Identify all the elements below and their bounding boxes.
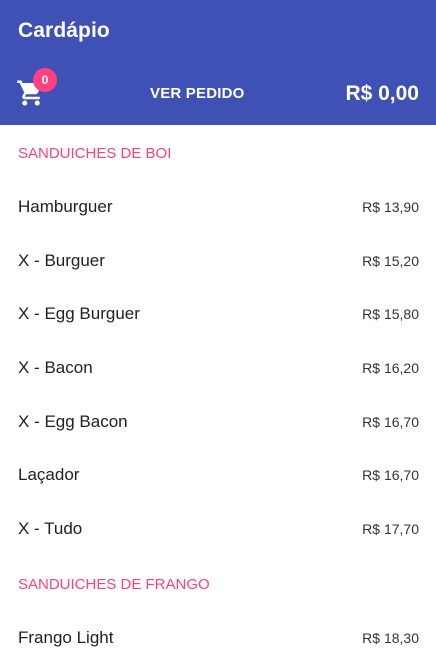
item-price: R$ 13,90 [362,198,419,215]
menu-item[interactable]: Laçador R$ 16,70 [0,448,436,502]
menu-item[interactable]: X - Burguer R$ 15,20 [0,234,436,288]
item-name: X - Tudo [18,518,83,538]
item-name: Hamburguer [18,196,113,216]
item-name: X - Egg Burguer [18,304,140,324]
item-price: R$ 16,70 [362,467,419,484]
item-name: Frango Light [18,627,114,647]
order-total: R$ 0,00 [345,82,419,105]
menu-item[interactable]: X - Egg Burguer R$ 15,80 [0,287,436,341]
item-price: R$ 15,80 [362,306,419,323]
section-header-chicken: SANDUICHES DE FRANGO [18,575,210,593]
app-header: Cardápio VER PEDIDO R$ 0,00 0 [0,0,436,125]
item-price: R$ 15,20 [362,252,419,269]
cart-count-badge: 0 [33,68,57,92]
menu-item[interactable]: X - Tudo R$ 17,70 [0,502,436,556]
item-price: R$ 18,30 [362,629,419,646]
item-price: R$ 17,70 [362,520,419,537]
menu-item[interactable]: X - Bacon R$ 16,20 [0,341,436,395]
item-name: X - Egg Bacon [18,411,128,431]
item-name: X - Bacon [18,357,93,377]
item-name: X - Burguer [18,250,105,270]
item-price: R$ 16,20 [362,359,419,376]
menu-item[interactable]: Hamburguer R$ 13,90 [0,180,436,234]
section-header-beef: SANDUICHES DE BOI [18,145,172,162]
view-order-button[interactable]: VER PEDIDO [150,85,245,102]
menu-list: SANDUICHES DE BOI Hamburguer R$ 13,90 X … [0,125,436,664]
menu-item[interactable]: Frango Light R$ 18,30 [0,611,436,664]
item-price: R$ 16,70 [362,413,419,430]
item-name: Laçador [18,465,80,485]
cart-bar: VER PEDIDO R$ 0,00 [0,68,436,118]
menu-item[interactable]: X - Egg Bacon R$ 16,70 [0,395,436,449]
page-title: Cardápio [18,19,110,42]
